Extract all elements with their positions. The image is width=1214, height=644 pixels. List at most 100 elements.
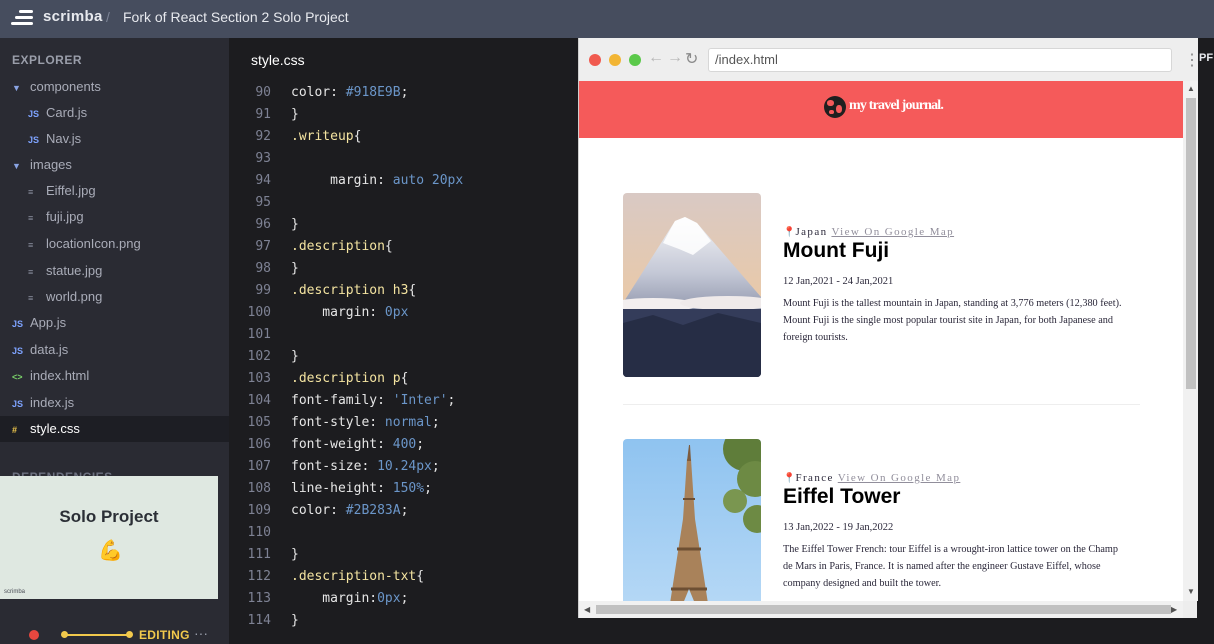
vertical-scroll-thumb[interactable] <box>1186 98 1196 389</box>
code-line[interactable]: 105 font-style: normal; <box>229 412 578 434</box>
code-line[interactable]: 104 font-family: 'Inter'; <box>229 390 578 412</box>
scroll-down-icon[interactable]: ▼ <box>1187 587 1195 596</box>
record-icon[interactable] <box>29 630 39 640</box>
code-text[interactable]: .writeup{ <box>291 126 361 148</box>
file-data-js[interactable]: JS data.js <box>0 337 229 363</box>
line-number: 101 <box>247 327 271 342</box>
instructor-video[interactable]: Solo Project 💪 scrimba <box>0 476 218 599</box>
code-area[interactable]: 90 color: #918E9B; 91} 92 .writeup{93 94 marg… <box>229 82 578 632</box>
code-line[interactable]: 98} <box>229 258 578 280</box>
code-token: .description <box>291 239 385 254</box>
code-text[interactable]: font-weight: 400; <box>291 434 424 456</box>
file-app-js[interactable]: JS App.js <box>0 310 229 336</box>
code-line[interactable]: 99 .description h3{ <box>229 280 578 302</box>
minimize-window-icon[interactable] <box>609 54 621 66</box>
code-text[interactable]: } <box>291 346 299 368</box>
code-line[interactable]: 91} <box>229 104 578 126</box>
code-editor[interactable]: style.css 90 color: #918E9B; 91} 92 .writeup… <box>229 38 578 644</box>
code-line[interactable]: 97 .description{ <box>229 236 578 258</box>
js-file-icon: JS <box>12 399 24 409</box>
code-text[interactable]: font-style: normal; <box>291 412 440 434</box>
scroll-left-icon[interactable]: ◀ <box>584 605 590 614</box>
code-text[interactable]: } <box>291 610 299 632</box>
forward-arrow-icon[interactable]: → <box>667 49 683 67</box>
code-text[interactable]: .description{ <box>291 236 393 258</box>
code-line[interactable]: 111} <box>229 544 578 566</box>
code-line[interactable]: 96} <box>229 214 578 236</box>
code-line[interactable]: 101 <box>229 324 578 346</box>
back-arrow-icon[interactable]: ← <box>648 49 664 67</box>
horizontal-scrollbar[interactable]: ◀ ▶ <box>579 601 1183 618</box>
scroll-right-icon[interactable]: ▶ <box>1171 605 1177 614</box>
google-map-link[interactable]: View On Google Map <box>838 472 961 484</box>
file-eiffel-jpg[interactable]: ≡ Eiffel.jpg <box>0 178 229 204</box>
code-text[interactable]: margin: auto 20px <box>291 170 463 192</box>
code-text[interactable]: .description h3{ <box>291 280 416 302</box>
timeline-start-knob[interactable] <box>61 631 68 638</box>
code-line[interactable]: 110 <box>229 522 578 544</box>
code-line[interactable]: 112 .description-txt{ <box>229 566 578 588</box>
code-text[interactable]: .description-txt{ <box>291 566 424 588</box>
brand-name[interactable]: scrimba <box>43 8 103 25</box>
code-text[interactable]: } <box>291 214 299 236</box>
code-text[interactable]: } <box>291 544 299 566</box>
code-text[interactable]: } <box>291 258 299 280</box>
folder-components[interactable]: ▼ components <box>0 74 229 100</box>
code-text[interactable]: color: #918E9B; <box>291 82 408 104</box>
code-line[interactable]: 109 color: #2B283A; <box>229 500 578 522</box>
code-text[interactable]: margin: 0px <box>291 302 408 324</box>
code-line[interactable]: 92 .writeup{ <box>229 126 578 148</box>
google-map-link[interactable]: View On Google Map <box>831 226 954 238</box>
code-line[interactable]: 100 margin: 0px <box>229 302 578 324</box>
maximize-window-icon[interactable] <box>629 54 641 66</box>
code-text[interactable]: } <box>291 104 299 126</box>
file-index-js[interactable]: JS index.js <box>0 390 229 416</box>
close-window-icon[interactable] <box>589 54 601 66</box>
code-line[interactable]: 107 font-size: 10.24px; <box>229 456 578 478</box>
code-line[interactable]: 114} <box>229 610 578 632</box>
timeline-playhead[interactable] <box>126 631 133 638</box>
code-text[interactable]: .description p{ <box>291 368 408 390</box>
line-number: 109 <box>247 503 271 518</box>
file-index-html[interactable]: <> index.html <box>0 363 229 389</box>
code-line[interactable]: 90 color: #918E9B; <box>229 82 578 104</box>
html-file-icon: <> <box>12 372 23 382</box>
file-locationicon-png[interactable]: ≡ locationIcon.png <box>0 231 229 257</box>
code-text[interactable]: line-height: 150%; <box>291 478 432 500</box>
code-line[interactable]: 103 .description p{ <box>229 368 578 390</box>
file-style-css[interactable]: # style.css <box>0 416 229 442</box>
edge-panel-tab[interactable]: PF <box>1199 52 1213 64</box>
editor-filename[interactable]: style.css <box>251 52 305 68</box>
file-label: style.css <box>30 421 80 436</box>
more-options-icon[interactable]: ··· <box>194 625 208 641</box>
file-nav-js[interactable]: JS Nav.js <box>0 126 229 152</box>
file-card-js[interactable]: JS Card.js <box>0 100 229 126</box>
horizontal-scroll-thumb[interactable] <box>596 605 1171 614</box>
browser-menu-icon[interactable]: ⋮ <box>1184 50 1200 70</box>
file-fuji-jpg[interactable]: ≡ fuji.jpg <box>0 204 229 230</box>
code-line[interactable]: 93 <box>229 148 578 170</box>
code-line[interactable]: 108 line-height: 150%; <box>229 478 578 500</box>
vertical-scrollbar[interactable]: ▲ ▼ <box>1183 81 1198 601</box>
card-title: Eiffel Tower <box>783 485 901 508</box>
code-line[interactable]: 113 margin:0px; <box>229 588 578 610</box>
file-world-png[interactable]: ≡ world.png <box>0 284 229 310</box>
file-explorer-sidebar: EXPLORER ▼ components JS Card.js JS Nav.js … <box>0 38 229 644</box>
file-statue-jpg[interactable]: ≡ statue.jpg <box>0 258 229 284</box>
reload-icon[interactable]: ↻ <box>685 49 698 69</box>
scroll-up-icon[interactable]: ▲ <box>1187 84 1195 93</box>
code-line[interactable]: 94 margin: auto 20px <box>229 170 578 192</box>
code-text[interactable]: color: #2B283A; <box>291 500 408 522</box>
code-text[interactable]: font-size: 10.24px; <box>291 456 440 478</box>
code-token: #2B283A <box>345 503 401 518</box>
code-line[interactable]: 106 font-weight: 400; <box>229 434 578 456</box>
code-line[interactable]: 102} <box>229 346 578 368</box>
timeline-track[interactable] <box>64 634 130 636</box>
address-bar[interactable]: /index.html <box>708 48 1172 72</box>
scrimba-logo-icon[interactable] <box>11 10 33 26</box>
folder-images[interactable]: ▼ images <box>0 152 229 178</box>
title-separator: / <box>106 9 110 25</box>
code-text[interactable]: margin:0px; <box>291 588 408 610</box>
code-text[interactable]: font-family: 'Inter'; <box>291 390 455 412</box>
code-line[interactable]: 95 <box>229 192 578 214</box>
